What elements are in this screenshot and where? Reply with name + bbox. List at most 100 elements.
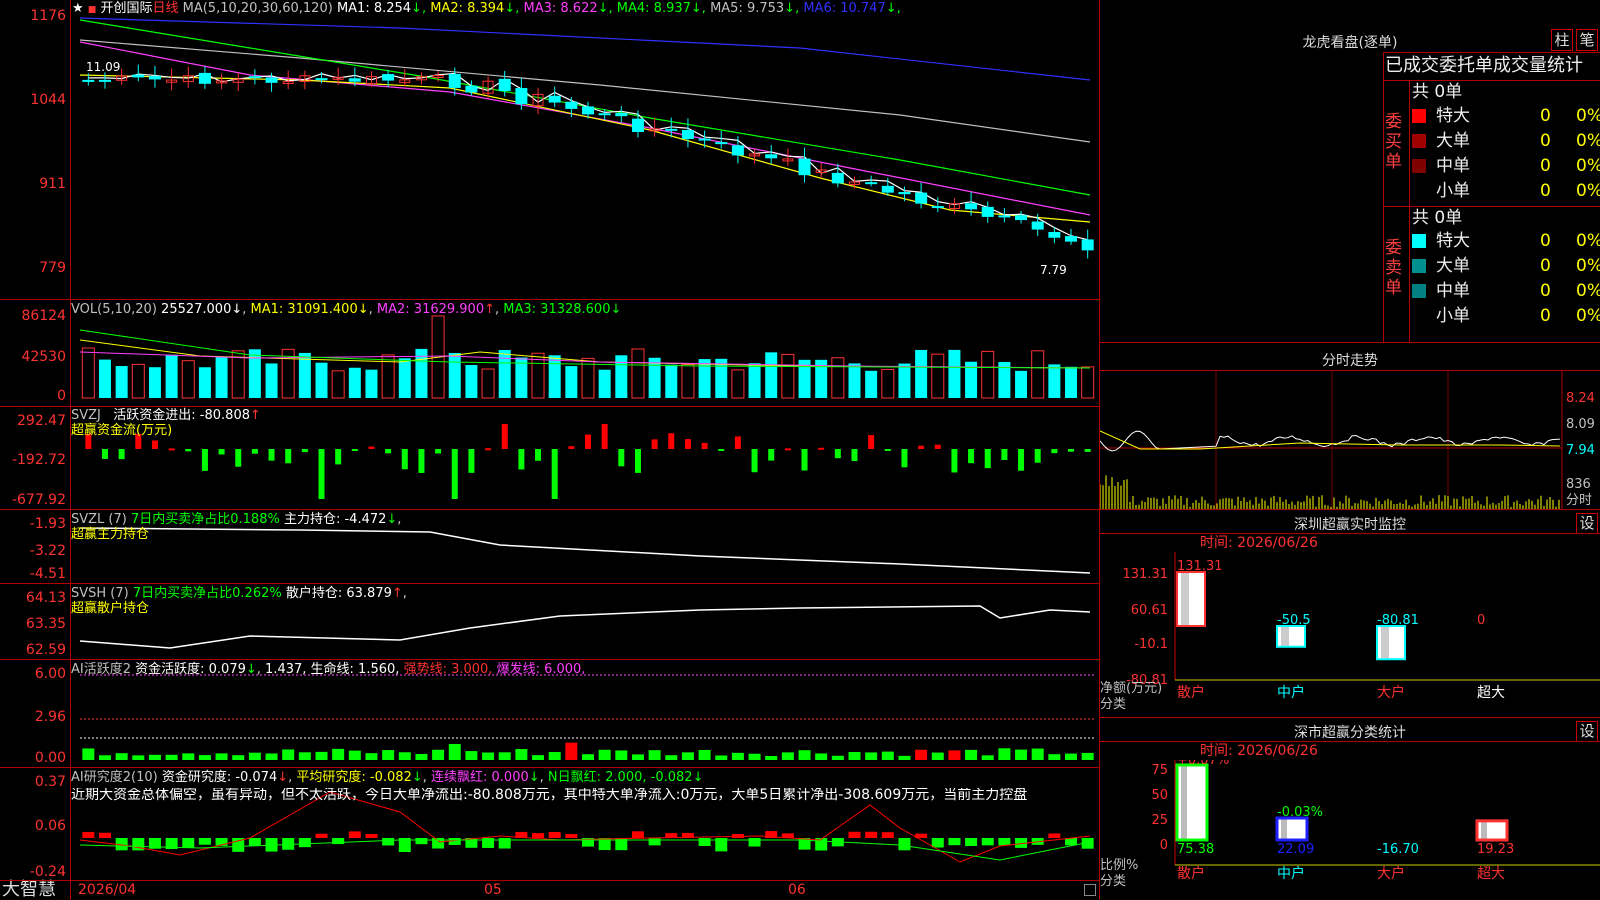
- fund-flow-bar: [1034, 449, 1041, 463]
- svzl-subtitle: 超赢主力持仓: [71, 527, 150, 542]
- monitor-tick: 131.31: [1123, 567, 1169, 582]
- fund-flow-bar: [784, 448, 791, 451]
- ai1-legend: AI活跃度2 资金活跃度: 0.079↓, 1.437, 生命线: 1.560,…: [71, 662, 586, 677]
- activity-bar: [165, 754, 178, 760]
- classify-category: 超大: [1477, 866, 1505, 882]
- dragon-row-value: 0: [1540, 106, 1551, 126]
- panel-divider: [0, 509, 1100, 510]
- activity-bar: [265, 753, 278, 760]
- research-bar: [865, 831, 878, 838]
- activity-bar: [965, 749, 978, 760]
- research-bar: [382, 838, 395, 846]
- activity-bar: [582, 754, 594, 760]
- activity-bar: [981, 755, 994, 760]
- monitor-ylabel: 净额(万元): [1100, 681, 1163, 696]
- dragon-row-value: 0: [1540, 231, 1551, 251]
- tick-mode-button[interactable]: 笔: [1576, 29, 1598, 51]
- activity-bar: [415, 753, 428, 760]
- classify-tick: 25: [1151, 813, 1168, 828]
- volume-bar: [915, 349, 928, 398]
- research-bar: [198, 838, 211, 845]
- activity-bar: [731, 752, 744, 760]
- monitor-bar-label: -80.81: [1377, 613, 1419, 628]
- buy-total: 共 0单: [1412, 82, 1463, 102]
- fund-flow-bar: [468, 449, 475, 473]
- research-bar: [565, 833, 578, 838]
- bar-mode-button[interactable]: 柱: [1551, 29, 1573, 51]
- candle: [915, 192, 928, 204]
- volume-bar: [1015, 370, 1028, 398]
- panel-divider: [1100, 342, 1600, 343]
- volume-bar: [165, 354, 178, 398]
- fund-flow-bar: [634, 449, 641, 473]
- ma2-line: [79, 74, 1091, 223]
- legend-swatch: [1412, 159, 1426, 173]
- candle: [1015, 215, 1028, 221]
- legend-swatch: [1412, 259, 1426, 273]
- dragon-header: 已成交委托单成交量统计: [1385, 55, 1583, 76]
- monitor-settings-button[interactable]: 设: [1576, 513, 1598, 534]
- ma-arrow-1: ↓,: [411, 1, 431, 16]
- ai1-label: AI活跃度2: [71, 662, 131, 677]
- fund-flow-bar: [1051, 449, 1058, 454]
- research-bar: [365, 833, 378, 838]
- stock-name[interactable]: 开创国际: [100, 1, 152, 16]
- research-bar: [548, 832, 561, 838]
- activity-bar: [482, 752, 495, 760]
- research-bar: [648, 838, 661, 846]
- fund-flow-bar: [901, 449, 908, 468]
- dragon-row-name: 小单: [1436, 306, 1470, 326]
- volume-bar: [198, 367, 211, 398]
- activity-bar: [715, 755, 728, 760]
- fund-flow-bar: [1068, 449, 1075, 452]
- dragon-row-percent: 0%: [1576, 256, 1600, 276]
- ma-arrow-2: ↓,: [504, 1, 524, 16]
- svzj-legend: SVZJ 活跃资金进出: -80.808↑: [71, 408, 261, 423]
- activity-bar: [815, 753, 828, 760]
- classify-settings-button[interactable]: 设: [1576, 721, 1598, 742]
- ma5-line: [79, 39, 1091, 143]
- volume-bar: [931, 353, 945, 399]
- svzl-label: SVZL (7): [71, 512, 127, 527]
- legend-swatch: [1412, 109, 1426, 123]
- volume-bar: [648, 357, 661, 398]
- legend-swatch: [1412, 234, 1426, 248]
- dragon-row-name: 大单: [1436, 256, 1470, 276]
- volume-bar: [498, 349, 511, 398]
- research-bar: [848, 831, 861, 838]
- candle: [765, 154, 778, 159]
- activity-bar: [1031, 748, 1044, 760]
- research-bar: [965, 838, 978, 847]
- svzl-value: 主力持仓: -4.472: [283, 512, 387, 527]
- volume-bar: [265, 363, 278, 398]
- dragon-row-value: 0: [1540, 306, 1551, 326]
- monitor-title: 深圳超赢实时监控: [1294, 517, 1406, 533]
- candle: [315, 78, 328, 81]
- kline-chart-area[interactable]: [0, 0, 1100, 900]
- flag-icon[interactable]: ■: [88, 5, 97, 15]
- buy-side-label: 委买单: [1385, 112, 1402, 172]
- period-label[interactable]: 日线: [152, 1, 178, 16]
- research-bar: [82, 831, 95, 838]
- fund-flow-bar: [401, 449, 408, 470]
- monitor-bar-chart[interactable]: 131.3160.61-10.1-80.81131.31散户-50.5中户-80…: [1100, 552, 1600, 712]
- volume-bar: [615, 355, 628, 398]
- svsh-value: 散户持仓: 63.879: [285, 586, 392, 601]
- ma-value-3: MA3: 8.622: [523, 1, 598, 16]
- star-icon[interactable]: ★: [72, 1, 84, 16]
- fund-flow-bar: [535, 449, 542, 461]
- classify-bar-chart[interactable]: 75 50 25 0 75.38 散户 22.09 中户 -16.70 大户 19.23 超大 +0.0…: [1100, 760, 1600, 900]
- candle: [665, 128, 678, 131]
- classify-top-label: -0.03%: [1277, 805, 1323, 820]
- research-bar: [898, 838, 911, 851]
- candle: [1081, 239, 1094, 251]
- candle: [998, 215, 1011, 218]
- intraday-chart[interactable]: [1100, 371, 1600, 509]
- panel-divider: [0, 406, 1100, 407]
- volume-bar: [215, 357, 228, 398]
- activity-bar: [598, 749, 611, 760]
- dragon-row-percent: 0%: [1576, 131, 1600, 151]
- fund-flow-bar: [934, 444, 941, 449]
- research-bar: [881, 832, 894, 838]
- fund-flow-bar: [1084, 449, 1091, 452]
